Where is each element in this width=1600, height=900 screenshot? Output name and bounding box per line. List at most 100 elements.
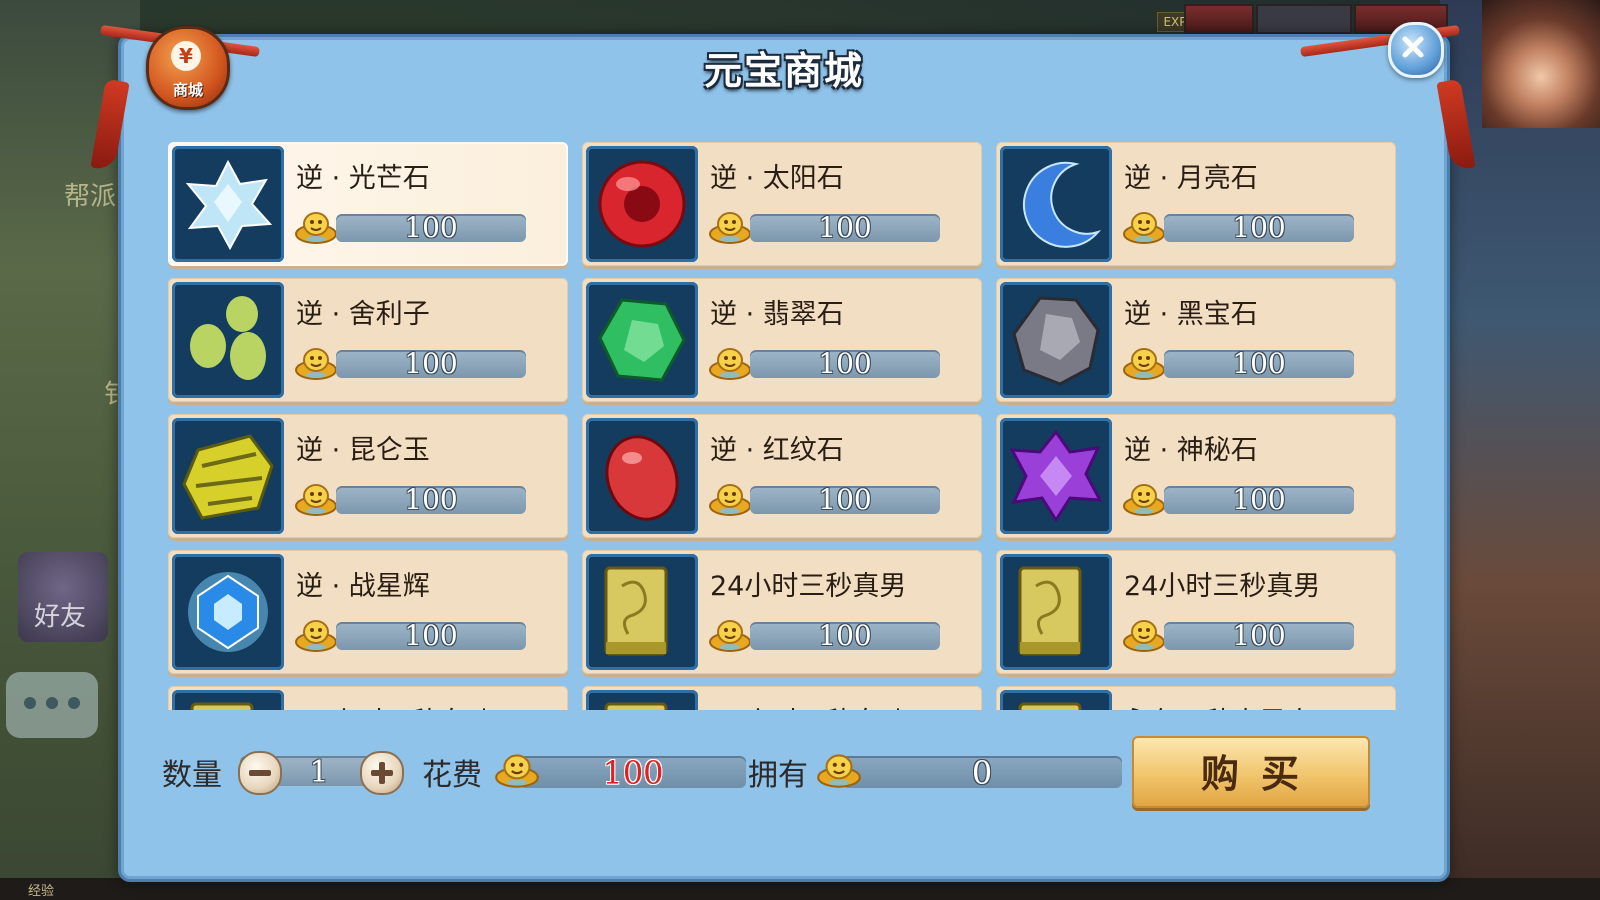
black-gem-icon <box>1012 296 1100 386</box>
shop-item-card[interactable]: 逆 · 战星辉 100 <box>168 550 568 674</box>
shop-badge-icon: ¥ 商城 <box>146 26 230 110</box>
shop-item-card[interactable]: 逆 · 月亮石 100 <box>996 142 1396 266</box>
shop-item-card[interactable]: 逆 · 光芒石 100 <box>168 142 568 266</box>
price-ingot-wrap <box>706 478 754 522</box>
price-ingot-wrap <box>1120 342 1168 386</box>
shop-item-card[interactable]: 逆 · 翡翠石 100 <box>582 278 982 402</box>
item-price-bar: 100 <box>1164 214 1354 242</box>
price-ingot-wrap <box>706 614 754 658</box>
item-price: 100 <box>1232 619 1286 652</box>
gold-ingot-icon <box>1123 620 1165 652</box>
gold-ingot-icon <box>1123 348 1165 380</box>
item-name: 逆 · 光芒石 <box>296 163 430 194</box>
item-price: 100 <box>1232 483 1286 516</box>
item-price: 100 <box>404 347 458 380</box>
gold-ingot-icon <box>495 754 539 788</box>
item-price-bar: 100 <box>750 486 940 514</box>
scroll-card-icon <box>604 702 668 710</box>
quantity-label: 数量 <box>162 758 222 793</box>
item-price: 100 <box>1232 211 1286 244</box>
item-name: 永久三秒真男人 <box>1124 700 1313 710</box>
cost-currency-icon-wrap <box>492 748 542 794</box>
item-name: 逆 · 翡翠石 <box>710 299 844 330</box>
shop-item-card[interactable]: 逆 · 太阳石 100 <box>582 142 982 266</box>
item-icon-frame <box>172 554 284 670</box>
crystal-cluster-icon <box>185 159 273 251</box>
shop-item-card[interactable]: 逆 · 黑宝石 100 <box>996 278 1396 402</box>
gold-ingot-icon <box>817 754 861 788</box>
price-ingot-wrap <box>706 342 754 386</box>
dialog-title: 元宝商城 <box>703 49 864 93</box>
close-icon <box>1402 36 1424 58</box>
price-ingot-wrap <box>1120 206 1168 250</box>
item-price: 100 <box>404 483 458 516</box>
hp-bar <box>1184 4 1254 34</box>
guild-label: 帮派 <box>64 182 117 212</box>
item-icon-frame <box>586 690 698 710</box>
item-name: 逆 · 神秘石 <box>1124 435 1258 466</box>
chat-button[interactable] <box>6 672 98 738</box>
shop-item-card[interactable]: 逆 · 昆仑玉 100 <box>168 414 568 538</box>
item-price-bar: 100 <box>1164 622 1354 650</box>
item-price: 100 <box>818 619 872 652</box>
shop-item-card[interactable]: 逆 · 神秘石 100 <box>996 414 1396 538</box>
gold-ingot-icon <box>295 348 337 380</box>
owned-value: 0 <box>971 754 993 792</box>
yellow-jade-icon <box>182 434 274 520</box>
cost-label: 花费 <box>422 758 482 793</box>
item-name: 24小时三秒自动 <box>710 700 906 710</box>
item-price-bar: 100 <box>1164 350 1354 378</box>
item-name: 逆 · 战星辉 <box>296 571 430 602</box>
decrease-quantity-button[interactable] <box>238 751 282 795</box>
item-price: 100 <box>818 211 872 244</box>
gold-ingot-icon <box>1123 212 1165 244</box>
gold-ingot-icon <box>709 348 751 380</box>
green-pearls-icon <box>190 296 266 380</box>
shop-item-card[interactable]: 逆 · 舍利子 100 <box>168 278 568 402</box>
item-icon-frame <box>586 554 698 670</box>
item-price-bar: 100 <box>750 622 940 650</box>
item-grid-scroll[interactable]: 逆 · 光芒石 100 逆 · 太阳石 100 逆 · 月亮石 100 逆 · 舍利子 100… <box>168 142 1400 710</box>
price-ingot-wrap <box>292 342 340 386</box>
item-price-bar: 100 <box>750 214 940 242</box>
crescent-moon-icon <box>1023 161 1102 248</box>
item-name: 逆 · 太阳石 <box>710 163 844 194</box>
shop-item-card[interactable]: 24小时三秒真男 100 <box>582 550 982 674</box>
item-icon-frame <box>172 282 284 398</box>
owned-label: 拥有 <box>748 758 808 793</box>
chat-dot-icon <box>68 697 80 709</box>
increase-quantity-button[interactable] <box>360 751 404 795</box>
exp-bar: 经验 <box>0 878 1600 900</box>
shop-item-card[interactable]: 24小时三秒真男 100 <box>996 550 1396 674</box>
hud-slot <box>1256 4 1352 34</box>
shop-item-card[interactable]: 24小时三秒自动 <box>582 686 982 710</box>
shop-badge-label: 商城 <box>172 81 203 99</box>
item-icon-frame <box>1000 418 1112 534</box>
item-name: 24小时三秒自动 <box>296 700 492 710</box>
item-name: 逆 · 舍利子 <box>296 299 430 330</box>
item-name: 24小时三秒真男 <box>1124 571 1321 602</box>
price-ingot-wrap <box>706 206 754 250</box>
item-price-bar: 100 <box>750 350 940 378</box>
red-stone-icon <box>605 435 679 521</box>
shop-item-card[interactable]: 逆 · 红纹石 100 <box>582 414 982 538</box>
item-price-bar: 100 <box>336 486 526 514</box>
scroll-card-icon <box>1018 566 1082 656</box>
friend-label: 好友 <box>34 602 87 632</box>
item-price-bar: 100 <box>336 350 526 378</box>
chat-dot-icon <box>24 697 36 709</box>
minus-icon <box>249 770 271 776</box>
red-orb-icon <box>598 160 686 248</box>
buy-button[interactable]: 购买 <box>1132 736 1370 808</box>
shop-item-card[interactable]: 永久三秒真男人 <box>996 686 1396 710</box>
item-icon-frame <box>1000 282 1112 398</box>
item-name: 逆 · 月亮石 <box>1124 163 1258 194</box>
gold-ingot-icon <box>709 212 751 244</box>
shop-item-card[interactable]: 24小时三秒自动 <box>168 686 568 710</box>
plus-icon <box>379 762 385 784</box>
gold-ingot-icon <box>295 484 337 516</box>
close-button[interactable] <box>1388 22 1444 78</box>
green-gem-icon <box>598 298 686 382</box>
owned-field: 0 <box>842 754 1122 792</box>
item-name: 逆 · 黑宝石 <box>1124 299 1258 330</box>
